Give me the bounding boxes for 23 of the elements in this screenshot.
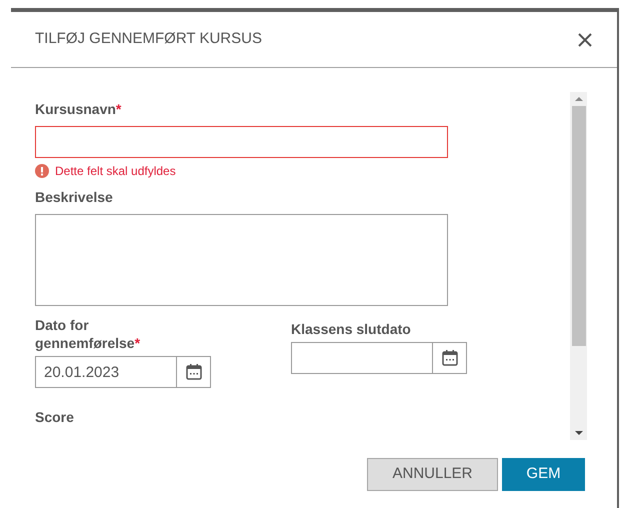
- save-button[interactable]: GEM: [502, 458, 585, 491]
- required-marker: *: [116, 101, 122, 117]
- close-icon[interactable]: [577, 32, 593, 48]
- scrollbar[interactable]: [570, 92, 587, 440]
- date-field[interactable]: [291, 342, 433, 374]
- calendar-button[interactable]: [433, 342, 467, 374]
- field-label: Score: [35, 409, 74, 425]
- error-message: Dette felt skal udfyldes: [55, 163, 176, 180]
- error-icon: [35, 164, 49, 178]
- field-label: Klassens slutdato: [291, 321, 411, 337]
- field-label: Beskrivelse: [35, 189, 113, 205]
- dialog-title: TILFØJ GENNEMFØRT KURSUS: [35, 29, 262, 50]
- field-label: Dato for gennemførelse: [35, 317, 135, 351]
- date-field[interactable]: 20.01.2023: [35, 356, 177, 388]
- cancel-button[interactable]: ANNULLER: [367, 458, 498, 491]
- calendar-icon: [440, 349, 458, 367]
- description-field[interactable]: [35, 214, 448, 306]
- text-field[interactable]: [35, 126, 448, 158]
- calendar-icon: [184, 363, 202, 381]
- required-marker: *: [134, 335, 140, 351]
- calendar-button[interactable]: [177, 356, 211, 388]
- field-label: Kursusnavn: [35, 101, 116, 117]
- scrollbar-thumb[interactable]: [572, 106, 586, 346]
